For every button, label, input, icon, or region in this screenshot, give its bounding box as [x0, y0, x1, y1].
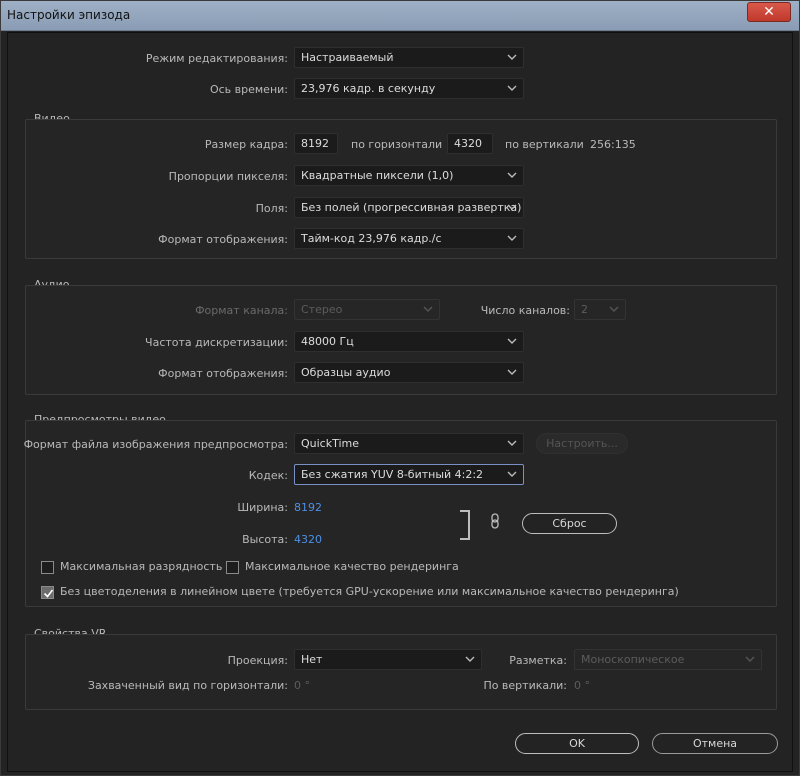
vr-vertical-label: По вертикали: [483, 679, 567, 692]
vr-vertical-value: 0 ° [574, 679, 590, 692]
pixel-aspect-value: Квадратные пиксели (1,0) [301, 169, 454, 182]
channel-count-dropdown: 2 [574, 299, 626, 320]
timebase-value: 23,976 кадр. в секунду [301, 82, 436, 95]
preview-format-dropdown[interactable]: QuickTime [294, 433, 524, 454]
max-bit-depth-label: Максимальная разрядность [60, 560, 223, 573]
preview-height-label: Высота: [242, 533, 288, 546]
vertical-label: по вертикали [505, 138, 584, 151]
channel-format-value: Стерео [301, 303, 343, 316]
chevron-down-icon [507, 204, 517, 210]
chevron-down-icon [507, 85, 517, 91]
fields-dropdown[interactable]: Без полей (прогрессивная развертка) [294, 197, 524, 218]
codec-value: Без сжатия YUV 8-битный 4:2:2 [301, 468, 484, 481]
codec-label: Кодек: [248, 469, 288, 482]
audio-display-format-label: Формат отображения: [158, 367, 288, 380]
projection-value: Нет [301, 653, 323, 666]
close-icon: ✕ [763, 4, 775, 20]
frame-width-input[interactable]: 8192 [294, 133, 338, 154]
audio-display-format-value: Образцы аудио [301, 366, 391, 379]
fields-value: Без полей (прогрессивная развертка) [301, 201, 522, 214]
edit-mode-dropdown[interactable]: Настраиваемый [294, 47, 524, 68]
preview-height-value[interactable]: 4320 [294, 533, 322, 546]
vr-group [25, 634, 777, 710]
chevron-down-icon [609, 306, 619, 312]
channel-count-label: Число каналов: [480, 304, 570, 317]
codec-dropdown[interactable]: Без сжатия YUV 8-битный 4:2:2 [294, 464, 524, 485]
preview-width-label: Ширина: [237, 501, 288, 514]
preview-format-label: Формат файла изображения предпросмотра: [23, 438, 288, 451]
ok-button[interactable]: OK [515, 733, 639, 754]
linear-color-label: Без цветоделения в линейном цвете (требу… [60, 585, 679, 598]
video-display-format-label: Формат отображения: [158, 233, 288, 246]
max-render-quality-checkbox[interactable] [226, 561, 239, 574]
close-button[interactable]: ✕ [747, 2, 791, 22]
chevron-down-icon [745, 656, 755, 662]
sample-rate-value: 48000 Гц [301, 335, 354, 348]
edit-mode-value: Настраиваемый [301, 51, 394, 64]
configure-button: Настроить... [536, 433, 628, 454]
projection-dropdown[interactable]: Нет [294, 649, 482, 670]
chevron-down-icon [507, 235, 517, 241]
pixel-aspect-dropdown[interactable]: Квадратные пиксели (1,0) [294, 165, 524, 186]
max-render-quality-label: Максимальное качество рендеринга [245, 560, 459, 573]
sample-rate-label: Частота дискретизации: [145, 336, 288, 349]
dialog-body: Режим редактирования: Настраиваемый Ось … [7, 32, 793, 772]
frame-height-input[interactable]: 4320 [447, 133, 493, 154]
audio-display-format-dropdown[interactable]: Образцы аудио [294, 362, 524, 383]
chevron-down-icon [465, 656, 475, 662]
linear-color-checkbox[interactable] [41, 586, 54, 599]
preview-format-value: QuickTime [301, 437, 360, 450]
captured-h-value: 0 ° [294, 679, 310, 692]
link-icon[interactable] [490, 513, 500, 529]
aspect-ratio-value: 256:135 [590, 138, 636, 151]
edit-mode-label: Режим редактирования: [145, 52, 288, 65]
timebase-dropdown[interactable]: 23,976 кадр. в секунду [294, 78, 524, 99]
fields-label: Поля: [255, 202, 288, 215]
sequence-settings-dialog: Настройки эпизода ✕ Режим редактирования… [0, 0, 800, 776]
link-bracket [460, 510, 470, 540]
chevron-down-icon [507, 471, 517, 477]
title-bar[interactable]: Настройки эпизода ✕ [1, 1, 799, 31]
timebase-label: Ось времени: [209, 83, 288, 96]
checkmark-icon [43, 589, 54, 598]
chevron-down-icon [507, 54, 517, 60]
chevron-down-icon [423, 306, 433, 312]
frame-size-label: Размер кадра: [204, 138, 288, 151]
channel-count-value: 2 [581, 303, 588, 316]
chevron-down-icon [507, 440, 517, 446]
reset-button[interactable]: Сброс [522, 513, 617, 534]
chevron-down-icon [507, 369, 517, 375]
max-bit-depth-checkbox[interactable] [41, 561, 54, 574]
layout-label: Разметка: [509, 654, 567, 667]
pixel-aspect-label: Пропорции пикселя: [168, 170, 288, 183]
layout-value: Моноскопическое [581, 653, 685, 666]
chevron-down-icon [507, 338, 517, 344]
channel-format-dropdown: Стерео [294, 299, 440, 320]
channel-format-label: Формат канала: [195, 304, 288, 317]
horizontal-label: по горизонтали [351, 138, 443, 151]
sample-rate-dropdown[interactable]: 48000 Гц [294, 331, 524, 352]
chevron-down-icon [507, 172, 517, 178]
window-title: Настройки эпизода [7, 8, 131, 22]
video-display-format-value: Тайм-код 23,976 кадр./с [301, 232, 442, 245]
preview-width-value[interactable]: 8192 [294, 501, 322, 514]
video-display-format-dropdown[interactable]: Тайм-код 23,976 кадр./с [294, 228, 524, 249]
layout-dropdown: Моноскопическое [574, 649, 762, 670]
cancel-button[interactable]: Отмена [652, 733, 778, 754]
projection-label: Проекция: [227, 654, 288, 667]
captured-h-label: Захваченный вид по горизонтали: [87, 679, 288, 692]
